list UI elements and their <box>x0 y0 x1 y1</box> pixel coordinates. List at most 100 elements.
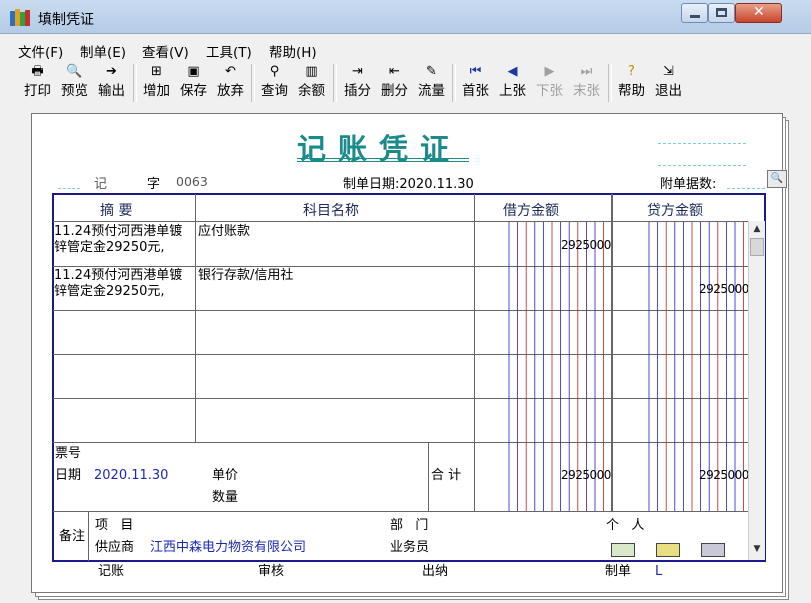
grid-line <box>53 354 748 355</box>
supplier-label: 供应商 <box>95 540 135 555</box>
first-page-icon: ⏮ <box>469 64 482 79</box>
discard-button[interactable]: ↶ 放弃 <box>213 62 248 104</box>
undo-icon: ↶ <box>225 64 236 79</box>
grid-line <box>53 266 748 267</box>
remarks-label: 备注 <box>59 529 86 544</box>
binoculars-icon: ⚲ <box>269 64 280 79</box>
voucher-type[interactable]: 记 <box>94 173 107 192</box>
cashier-label: 出纳 <box>422 564 449 579</box>
toolbar-separator <box>133 64 137 102</box>
row1-account[interactable]: 应付账款 <box>198 224 250 240</box>
date-value[interactable]: 2020.11.30 <box>94 468 168 484</box>
toolbar: 🖶 打印 🔍 预览 ➔ 输出 ⊞ 增加 ▣ 保存 ↶ 放弃 ⚲ 查询 ▥ 余额 ⇥ 插分 ⇤ 删分 … <box>0 60 811 109</box>
card-icon[interactable] <box>656 543 680 557</box>
dashed-line <box>58 188 80 189</box>
menu-tools[interactable]: 工具(T) <box>206 41 252 61</box>
help-button[interactable]: ? 帮助 <box>614 62 649 104</box>
printer-icon: 🖶 <box>31 64 44 79</box>
zi-label: 字 <box>147 177 161 192</box>
keyboard-icon[interactable] <box>701 543 725 557</box>
bookkeeping-label: 记账 <box>98 564 125 579</box>
row1-summary[interactable]: 11.24预付河西港单镀锌管定金29250元, <box>54 224 194 256</box>
menu-view[interactable]: 查看(V) <box>142 41 189 61</box>
voucher-date[interactable]: 制单日期:2020.11.30 <box>343 173 474 192</box>
title-bar: 填制凭证 ✕ <box>0 0 811 34</box>
dashed-line <box>658 143 746 144</box>
attachments-field[interactable] <box>727 188 765 189</box>
note-icon[interactable] <box>611 543 635 557</box>
department-label: 部 门 <box>390 518 429 533</box>
minimize-button[interactable] <box>681 3 708 23</box>
insert-entry-button[interactable]: ⇥ 插分 <box>340 62 375 104</box>
scroll-thumb[interactable] <box>750 238 764 256</box>
bar-chart-icon: ▥ <box>305 64 318 79</box>
next-page-icon: ▶ <box>544 64 555 79</box>
row2-credit[interactable]: 2925000 <box>699 282 749 296</box>
output-button[interactable]: ➔ 输出 <box>94 62 129 104</box>
title-underline <box>297 158 469 159</box>
date-label: 日期 <box>55 468 82 483</box>
maker-value: L <box>655 564 663 579</box>
search-button[interactable]: 🔍 <box>767 170 787 188</box>
prev-page-icon: ◀ <box>507 64 518 79</box>
menu-bar: 文件(F) 制单(E) 查看(V) 工具(T) 帮助(H) <box>0 34 811 61</box>
delete-row-icon: ⇤ <box>389 64 400 79</box>
project-label: 项 目 <box>95 518 134 533</box>
query-button[interactable]: ⚲ 查询 <box>257 62 292 104</box>
salesman-label: 业务员 <box>390 540 430 555</box>
menu-file[interactable]: 文件(F) <box>18 41 63 61</box>
review-label: 审核 <box>258 564 285 579</box>
voucher-number[interactable]: 0063 <box>176 174 208 189</box>
add-button[interactable]: ⊞ 增加 <box>139 62 174 104</box>
magnifier-icon: 🔍 <box>770 173 784 184</box>
window-title: 填制凭证 <box>38 12 94 28</box>
preview-button[interactable]: 🔍 预览 <box>57 62 92 104</box>
last-voucher-button[interactable]: ⏭ 末张 <box>569 62 604 104</box>
maker-label: 制单 <box>605 564 632 579</box>
print-button[interactable]: 🖶 打印 <box>20 62 55 104</box>
grid-line <box>53 511 748 512</box>
attachments-label: 附单据数: <box>660 177 717 192</box>
maximize-icon <box>716 8 727 17</box>
title-underline <box>297 161 469 162</box>
insert-row-icon: ⇥ <box>352 64 363 79</box>
preview-icon: 🔍 <box>66 64 83 79</box>
row1-debit[interactable]: 2925000 <box>561 238 611 252</box>
grid-line <box>428 442 429 511</box>
col-account: 科目名称 <box>303 203 359 219</box>
total-debit: 2925000 <box>561 468 611 482</box>
grid-line <box>88 511 89 561</box>
last-page-icon: ⏭ <box>580 64 593 79</box>
ticket-label: 票号 <box>55 446 82 461</box>
grid-line <box>53 398 748 399</box>
menu-help[interactable]: 帮助(H) <box>269 41 317 61</box>
col-summary: 摘 要 <box>100 203 133 219</box>
balance-button[interactable]: ▥ 余额 <box>294 62 329 104</box>
grid-line <box>53 310 748 311</box>
prev-voucher-button[interactable]: ◀ 上张 <box>495 62 530 104</box>
app-books-icon <box>10 9 30 26</box>
quantity-label: 数量 <box>212 490 239 505</box>
next-voucher-button[interactable]: ▶ 下张 <box>532 62 567 104</box>
row2-account[interactable]: 银行存款/信用社 <box>198 268 293 284</box>
scroll-down-icon[interactable]: ▼ <box>749 541 765 557</box>
grid-line <box>474 194 475 511</box>
toolbar-separator <box>251 64 255 102</box>
exit-button[interactable]: ⇲ 退出 <box>651 62 686 104</box>
row2-summary[interactable]: 11.24预付河西港单镀锌管定金29250元, <box>54 268 194 300</box>
save-button[interactable]: ▣ 保存 <box>176 62 211 104</box>
supplier-value[interactable]: 江西中森电力物资有限公司 <box>150 540 306 556</box>
exit-door-icon: ⇲ <box>663 64 674 79</box>
vertical-scrollbar[interactable]: ▲ ▼ <box>748 221 765 560</box>
flow-button[interactable]: ✎ 流量 <box>414 62 449 104</box>
menu-voucher[interactable]: 制单(E) <box>80 41 126 61</box>
first-voucher-button[interactable]: ⏮ 首张 <box>458 62 493 104</box>
maximize-button[interactable] <box>708 3 735 23</box>
close-button[interactable]: ✕ <box>735 3 782 23</box>
toolbar-separator <box>608 64 612 102</box>
close-icon: ✕ <box>753 4 765 20</box>
delete-entry-button[interactable]: ⇤ 删分 <box>377 62 412 104</box>
question-icon: ? <box>628 64 635 79</box>
scroll-up-icon[interactable]: ▲ <box>749 221 765 237</box>
grid-line <box>195 194 196 442</box>
